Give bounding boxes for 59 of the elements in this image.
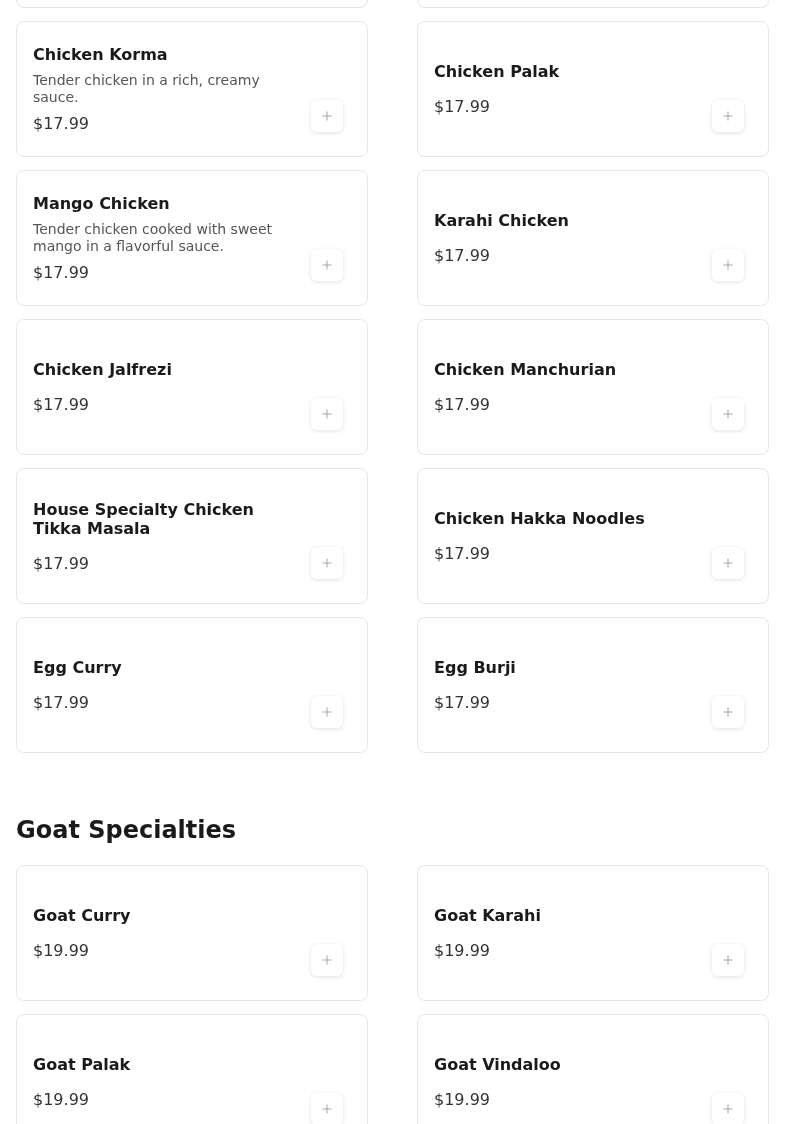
add-button[interactable] <box>311 398 343 430</box>
add-button[interactable] <box>712 547 744 579</box>
item-price: $19.99 <box>434 941 491 960</box>
add-button[interactable] <box>712 249 744 281</box>
plus-icon <box>320 407 334 421</box>
add-button[interactable] <box>311 100 343 132</box>
item-description: Tender chicken cooked with sweet mango in a flavorful sauce. <box>33 221 274 255</box>
item-price: $17.99 <box>33 693 90 712</box>
item-name: Chicken Manchurian <box>434 360 618 379</box>
add-button[interactable] <box>712 100 744 132</box>
plus-icon <box>721 705 735 719</box>
item-name: Mango Chicken <box>33 194 171 213</box>
plus-icon <box>721 109 735 123</box>
add-button[interactable] <box>712 696 744 728</box>
item-price: $17.99 <box>434 97 491 116</box>
item-name: Chicken Korma <box>33 45 169 64</box>
add-button[interactable] <box>311 1093 343 1124</box>
plus-icon <box>721 407 735 421</box>
item-name: Goat Curry <box>33 906 132 925</box>
add-button[interactable] <box>311 547 343 579</box>
item-price: $17.99 <box>434 395 491 414</box>
plus-icon <box>320 556 334 570</box>
add-button[interactable] <box>311 944 343 976</box>
plus-icon <box>721 556 735 570</box>
item-name: Egg Burji <box>434 658 517 677</box>
add-button[interactable] <box>311 249 343 281</box>
item-price: $17.99 <box>33 114 90 133</box>
item-name: House Specialty Chicken Tikka Masala <box>33 499 255 538</box>
item-description: Tender chicken in a rich, creamy sauce. <box>33 72 261 106</box>
item-price: $19.99 <box>434 1090 491 1109</box>
item-price: $17.99 <box>33 263 90 282</box>
item-price: $17.99 <box>33 395 90 414</box>
plus-icon <box>721 258 735 272</box>
plus-icon <box>721 1102 735 1116</box>
add-button[interactable] <box>311 696 343 728</box>
item-price: $17.99 <box>434 693 491 712</box>
item-name: Goat Palak <box>33 1055 132 1074</box>
section-heading: Goat Specialties <box>16 815 238 845</box>
item-price: $19.99 <box>33 941 90 960</box>
plus-icon <box>320 258 334 272</box>
add-button[interactable] <box>712 398 744 430</box>
item-price: $17.99 <box>434 544 491 563</box>
add-button[interactable] <box>712 1093 744 1124</box>
item-name: Chicken Palak <box>434 62 561 81</box>
item-price: $17.99 <box>33 553 90 573</box>
item-name: Karahi Chicken <box>434 211 570 230</box>
plus-icon <box>320 1102 334 1116</box>
plus-icon <box>320 109 334 123</box>
plus-icon <box>320 953 334 967</box>
item-name: Goat Karahi <box>434 906 542 925</box>
item-name: Chicken Hakka Noodles <box>434 509 646 528</box>
item-name: Chicken Jalfrezi <box>33 360 173 379</box>
item-price: $17.99 <box>434 246 491 265</box>
add-button[interactable] <box>712 944 744 976</box>
item-name: Goat Vindaloo <box>434 1055 562 1074</box>
plus-icon <box>721 953 735 967</box>
plus-icon <box>320 705 334 719</box>
item-price: $19.99 <box>33 1090 90 1109</box>
item-name: Egg Curry <box>33 658 123 677</box>
